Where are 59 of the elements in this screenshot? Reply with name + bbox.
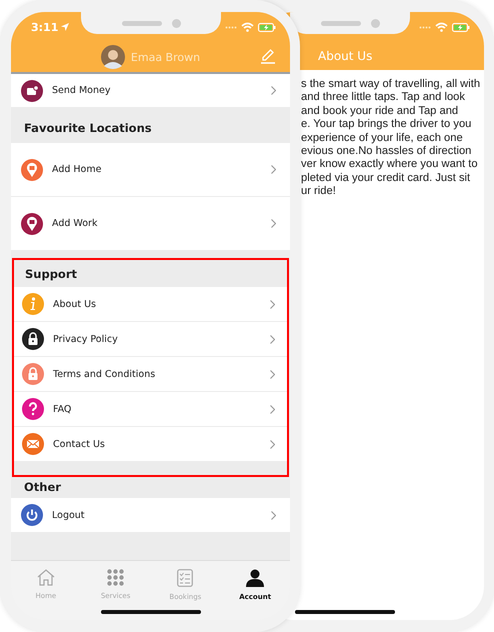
checklist-icon (177, 569, 194, 587)
menu-row[interactable]: Logout (11, 498, 290, 532)
menu-row[interactable]: Send Money (11, 74, 290, 107)
row-label: Terms and Conditions (53, 368, 156, 380)
section-title: Support (24, 266, 78, 283)
chevron-icon (270, 404, 275, 414)
row-label: Privacy Policy (53, 334, 118, 344)
battery-icon (258, 22, 276, 32)
camera-dot (370, 18, 380, 28)
row-label: Send Money (52, 85, 110, 96)
about-text-line: s the smart way of travelling, all with (301, 78, 482, 92)
about-text-line: evious one.No hassles of direction (301, 145, 472, 158)
row-label: Logout (52, 510, 85, 520)
row-label: FAQ (53, 404, 72, 414)
home-icon (36, 569, 55, 586)
chevron-icon (271, 510, 276, 520)
grid-icon (107, 569, 124, 586)
about-text-line: e. Your tap brings the driver to you (301, 118, 472, 132)
about-text-line: pleted via your credit card. Just sit (301, 172, 472, 186)
section-title: Other (23, 479, 62, 496)
battery-icon (452, 22, 470, 32)
row-label: About Us (53, 298, 96, 310)
row-label: Add Home (52, 164, 102, 175)
wifi-icon (435, 22, 448, 32)
speaker-grille (122, 20, 162, 26)
person-icon (246, 569, 264, 587)
section-title: Favourite Locations (23, 120, 153, 137)
screen-title: About Us (318, 49, 372, 63)
chevron-icon (270, 370, 275, 378)
signal-icon (225, 26, 237, 28)
status-time: 3:11 (31, 20, 58, 34)
chevron-icon (271, 165, 276, 174)
menu-row[interactable]: Add Work (11, 197, 290, 250)
about-text-line: and book your ride and Tap and (301, 104, 460, 118)
menu-row[interactable]: FAQ (14, 392, 287, 426)
location-arrow-icon (61, 23, 70, 31)
user-name: Emaa Brown (130, 50, 200, 64)
menu-row[interactable]: Terms and Conditions (14, 357, 287, 391)
chevron-icon (270, 334, 275, 344)
chevron-icon (271, 86, 276, 95)
avatar-icon (100, 45, 125, 69)
wifi-icon (241, 22, 254, 32)
chevron-icon (271, 219, 276, 228)
speaker-grille (320, 20, 360, 26)
chevron-icon (270, 300, 275, 308)
row-label: Contact Us (53, 438, 105, 450)
menu-row[interactable]: About Us (14, 287, 287, 321)
about-text-line: experience of your life, each one (301, 132, 464, 146)
menu-row[interactable]: Add Home (11, 143, 290, 196)
menu-row[interactable]: Contact Us (14, 427, 287, 461)
about-text-line: ur ride! (301, 185, 337, 199)
chevron-icon (270, 440, 275, 448)
row-label: Add Work (52, 218, 98, 229)
about-text-line: ver know exactly where you want to (301, 158, 479, 172)
menu-row[interactable]: Privacy Policy (14, 322, 287, 356)
edit-icon[interactable] (260, 48, 276, 64)
camera-dot (172, 18, 180, 28)
signal-icon (419, 26, 431, 28)
about-text-line: and three little taps. Tap and look (301, 91, 466, 105)
